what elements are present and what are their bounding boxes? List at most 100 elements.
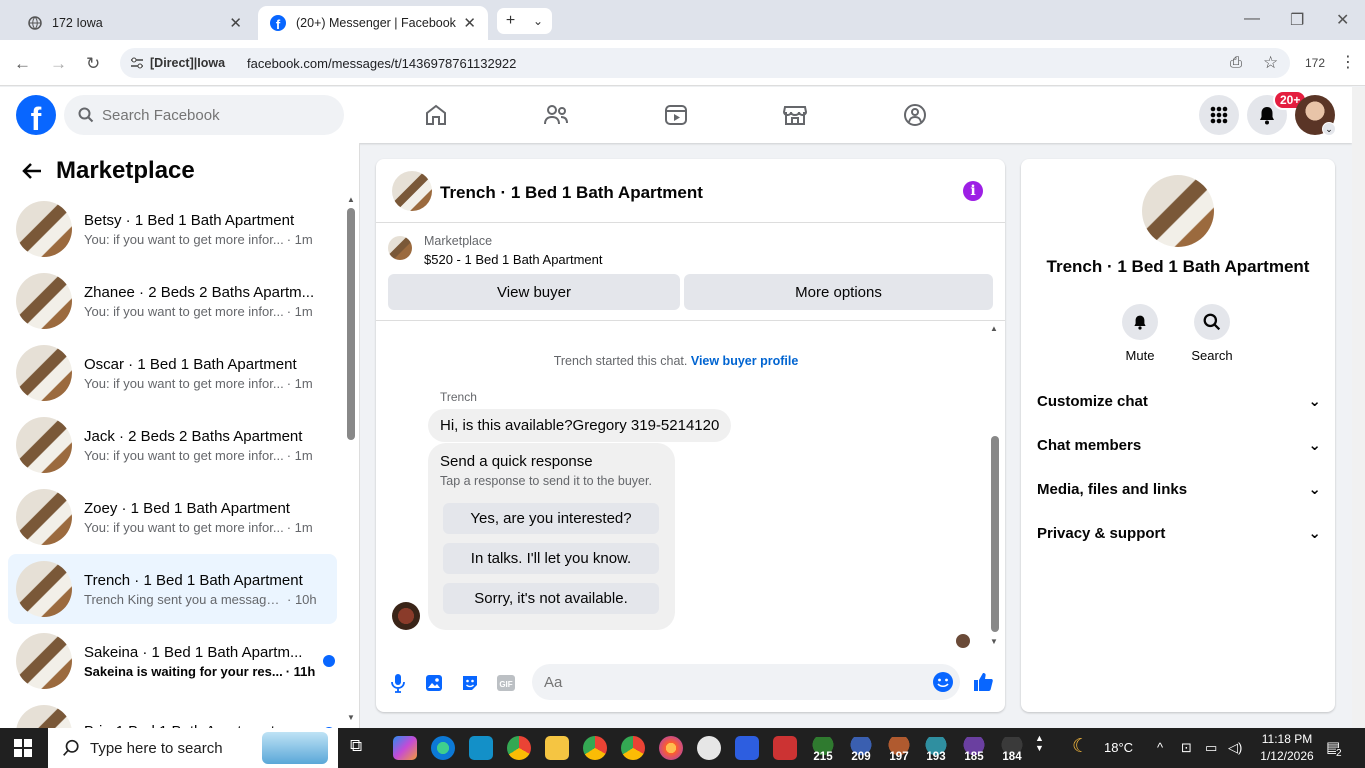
browser-tab-iowa[interactable]: 172 Iowa ✕ xyxy=(16,6,254,40)
task-view-icon[interactable]: ⧉ xyxy=(350,736,374,760)
message-bubble[interactable]: Hi, is this available?Gregory 319-521412… xyxy=(428,409,732,442)
taskbar-counter-app[interactable]: 209 xyxy=(847,737,875,763)
quick-response-yes[interactable]: Yes, are you interested? xyxy=(443,503,659,534)
taskbar-search[interactable]: Type here to search xyxy=(48,728,338,768)
close-tab-icon[interactable]: ✕ xyxy=(229,14,242,32)
conversation-time: · 10h xyxy=(287,591,317,607)
app-icon[interactable] xyxy=(697,736,721,760)
reload-icon[interactable]: ↻ xyxy=(86,54,100,74)
message-input[interactable] xyxy=(544,673,924,691)
browser-tab-messenger[interactable]: f (20+) Messenger | Facebook ✕ xyxy=(258,6,488,40)
display-icon[interactable]: ▭ xyxy=(1205,740,1217,756)
photo-icon[interactable] xyxy=(423,672,445,694)
volume-icon[interactable]: ◁) xyxy=(1228,740,1242,756)
conversation-item[interactable]: Oscar · 1 Bed 1 Bath Apartment You: if yo… xyxy=(8,338,337,408)
app-icon[interactable] xyxy=(773,736,797,760)
chat-scrollbar-thumb[interactable] xyxy=(991,436,999,632)
minimize-icon[interactable]: — xyxy=(1244,10,1260,28)
conversation-item[interactable]: Zhanee · 2 Beds 2 Baths Apartm... You: if… xyxy=(8,266,337,336)
profile-label[interactable]: 172 xyxy=(1305,56,1325,70)
forward-icon[interactable]: → xyxy=(50,54,67,74)
omnibox[interactable]: [Direct]|Iowa facebook.com/messages/t/14… xyxy=(120,48,1290,78)
quick-response-sorry[interactable]: Sorry, it's not available. xyxy=(443,583,659,614)
message-composer[interactable] xyxy=(532,664,960,700)
media-files-links-row[interactable]: Media, files and links ⌄ xyxy=(1037,477,1321,501)
marketplace-icon[interactable] xyxy=(779,100,811,130)
tab-search-chevron-icon[interactable]: ⌄ xyxy=(533,14,543,28)
tray-scroll-icon[interactable]: ▲ ▼ xyxy=(1035,733,1044,753)
close-tab-icon[interactable]: ✕ xyxy=(463,14,476,32)
browser-menu-icon[interactable]: ⋮ xyxy=(1340,52,1356,72)
chat-members-row[interactable]: Chat members ⌄ xyxy=(1037,433,1321,457)
customize-chat-row[interactable]: Customize chat ⌄ xyxy=(1037,389,1321,413)
more-options-button[interactable]: More options xyxy=(684,274,993,310)
gif-icon[interactable]: GIF xyxy=(495,672,517,694)
network-icon[interactable]: ⊡ xyxy=(1181,740,1192,756)
tray-overflow-icon[interactable]: ^ xyxy=(1157,740,1163,755)
back-icon[interactable]: ← xyxy=(14,54,31,74)
chat-title[interactable]: Trench · 1 Bed 1 Bath Apartment xyxy=(440,183,703,203)
conversation-item[interactable]: Jack · 2 Beds 2 Baths Apartment You: if y… xyxy=(8,410,337,480)
firefox-icon[interactable] xyxy=(659,736,683,760)
facebook-logo[interactable]: f xyxy=(16,95,56,135)
url-text[interactable]: facebook.com/messages/t/1436978761132922 xyxy=(247,56,516,71)
file-explorer-icon[interactable] xyxy=(545,736,569,760)
view-buyer-button[interactable]: View buyer xyxy=(388,274,680,310)
close-window-icon[interactable]: ✕ xyxy=(1336,10,1349,30)
emoji-icon[interactable] xyxy=(932,671,954,693)
app-icon[interactable] xyxy=(469,736,493,760)
chrome-icon[interactable] xyxy=(507,736,531,760)
sender-avatar[interactable] xyxy=(392,602,420,630)
view-buyer-profile-link[interactable]: View buyer profile xyxy=(691,354,798,368)
page-scrollbar[interactable] xyxy=(1352,87,1365,728)
chat-scroll-up-icon[interactable]: ▲ xyxy=(990,324,998,333)
thumbs-up-icon[interactable] xyxy=(972,671,994,693)
conversation-item[interactable]: Trench · 1 Bed 1 Bath Apartment Trench Ki… xyxy=(8,554,337,624)
info-avatar[interactable] xyxy=(1142,175,1214,247)
copilot-icon[interactable] xyxy=(393,736,417,760)
facebook-search[interactable] xyxy=(64,95,344,135)
chat-scroll-down-icon[interactable]: ▼ xyxy=(990,637,998,646)
scroll-up-icon[interactable]: ▲ xyxy=(347,195,355,204)
video-icon[interactable] xyxy=(660,100,692,130)
chrome-profile-icon[interactable] xyxy=(621,736,645,760)
new-tab-icon[interactable]: + xyxy=(506,12,515,30)
microphone-icon[interactable] xyxy=(387,672,409,694)
facebook-search-input[interactable] xyxy=(102,106,322,124)
taskbar-counter-app[interactable]: 215 xyxy=(809,737,837,763)
quick-response-talks[interactable]: In talks. I'll let you know. xyxy=(443,543,659,574)
taskbar-counter-app[interactable]: 185 xyxy=(960,737,988,763)
chat-avatar[interactable] xyxy=(392,171,432,211)
divider xyxy=(376,320,1005,321)
account-chevron-icon[interactable]: ⌄ xyxy=(1322,122,1336,136)
taskbar-counter-app[interactable]: 197 xyxy=(885,737,913,763)
menu-grid-button[interactable] xyxy=(1199,95,1239,135)
install-app-icon[interactable]: ⎙ xyxy=(1230,54,1242,71)
conversation-item[interactable]: Sakeina · 1 Bed 1 Bath Apartm... Sakeina … xyxy=(8,626,337,696)
conversation-item[interactable]: Betsy · 1 Bed 1 Bath Apartment You: if yo… xyxy=(8,194,337,264)
windows-start-icon[interactable] xyxy=(14,739,32,760)
mute-button[interactable]: Mute xyxy=(1110,304,1170,363)
bookmark-star-icon[interactable]: ☆ xyxy=(1263,53,1278,73)
sticker-icon[interactable] xyxy=(459,672,481,694)
back-arrow-icon[interactable] xyxy=(22,162,42,180)
friends-icon[interactable] xyxy=(540,100,572,130)
search-chat-button[interactable]: Search xyxy=(1182,304,1242,363)
conversation-item[interactable]: Zoey · 1 Bed 1 Bath Apartment You: if you… xyxy=(8,482,337,552)
privacy-support-row[interactable]: Privacy & support ⌄ xyxy=(1037,521,1321,545)
home-icon[interactable] xyxy=(420,100,452,130)
restore-icon[interactable]: ❐ xyxy=(1290,10,1304,30)
conversation-scrollbar-thumb[interactable] xyxy=(347,208,355,440)
scroll-down-icon[interactable]: ▼ xyxy=(347,713,355,722)
shield-icon[interactable] xyxy=(735,736,759,760)
info-icon[interactable]: i xyxy=(963,181,983,201)
edge-icon[interactable] xyxy=(431,736,455,760)
taskbar-clock[interactable]: 11:18 PM 1/12/2026 xyxy=(1255,731,1319,765)
conversation-preview-row: Sakeina is waiting for your res... · 11h xyxy=(84,664,324,679)
taskbar-counter-app[interactable]: 184 xyxy=(998,737,1026,763)
site-info-chip[interactable]: [Direct]|Iowa xyxy=(130,56,225,70)
groups-icon[interactable] xyxy=(899,100,931,130)
taskbar-counter-app[interactable]: 193 xyxy=(922,737,950,763)
chrome-profile-icon[interactable] xyxy=(583,736,607,760)
weather-temp[interactable]: 18°C xyxy=(1104,740,1133,755)
